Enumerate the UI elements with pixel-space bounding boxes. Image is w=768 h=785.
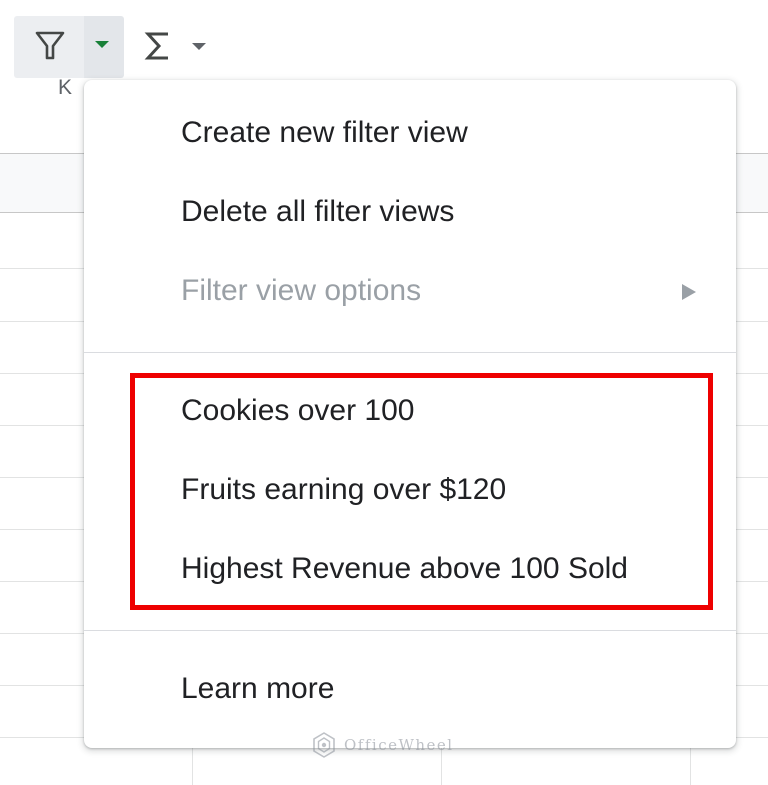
filter-funnel-icon xyxy=(35,31,65,60)
menu-divider xyxy=(84,352,736,353)
functions-caret-icon xyxy=(192,43,206,50)
menu-item-learn-more[interactable]: Learn more xyxy=(84,657,736,721)
menu-item-label: Delete all filter views xyxy=(181,195,455,228)
menu-item-create-new-filter-view[interactable]: Create new filter view xyxy=(84,101,736,165)
sigma-icon xyxy=(144,32,168,60)
watermark-text: OfficeWheel xyxy=(344,736,454,754)
spreadsheet-window: K Create new filter view Delete all filt… xyxy=(0,0,768,785)
menu-item-label: Learn more xyxy=(181,672,335,705)
column-header-k[interactable]: K xyxy=(58,76,72,100)
watermark: OfficeWheel xyxy=(310,730,454,760)
menu-item-label: Filter view options xyxy=(181,274,422,307)
officewheel-logo-icon xyxy=(313,732,335,758)
submenu-arrow-icon xyxy=(682,284,696,300)
menu-divider xyxy=(84,630,736,631)
highlight-annotation-box xyxy=(130,373,713,610)
menu-item-label: Create new filter view xyxy=(181,116,468,149)
menu-item-filter-view-options[interactable]: Filter view options xyxy=(84,259,736,323)
menu-item-delete-all-filter-views[interactable]: Delete all filter views xyxy=(84,180,736,244)
caret-down-icon xyxy=(95,41,109,48)
